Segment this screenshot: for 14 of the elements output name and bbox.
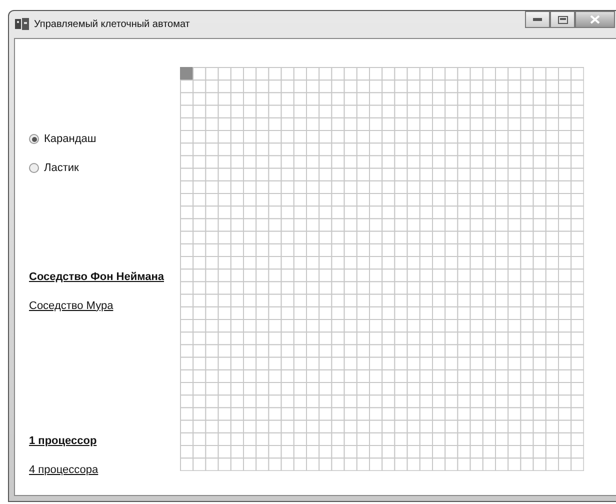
link[interactable]: Соседство Мура [29, 298, 114, 314]
maximize-icon [558, 16, 568, 24]
window-title: Управляемый клеточный автомат [34, 18, 190, 32]
minimize-icon [533, 18, 542, 21]
link[interactable]: 4 процессора [29, 462, 98, 478]
maximize-button[interactable] [550, 11, 575, 28]
minimize-button[interactable] [525, 11, 550, 28]
close-icon [590, 15, 600, 24]
radio-option[interactable]: Карандаш [29, 131, 180, 148]
radio-option[interactable]: Ластик [29, 160, 180, 176]
app-icon [15, 18, 29, 30]
link[interactable]: Соседство Фон Неймана [29, 269, 164, 286]
close-button[interactable] [575, 11, 615, 28]
link[interactable]: 1 процессор [29, 433, 97, 450]
